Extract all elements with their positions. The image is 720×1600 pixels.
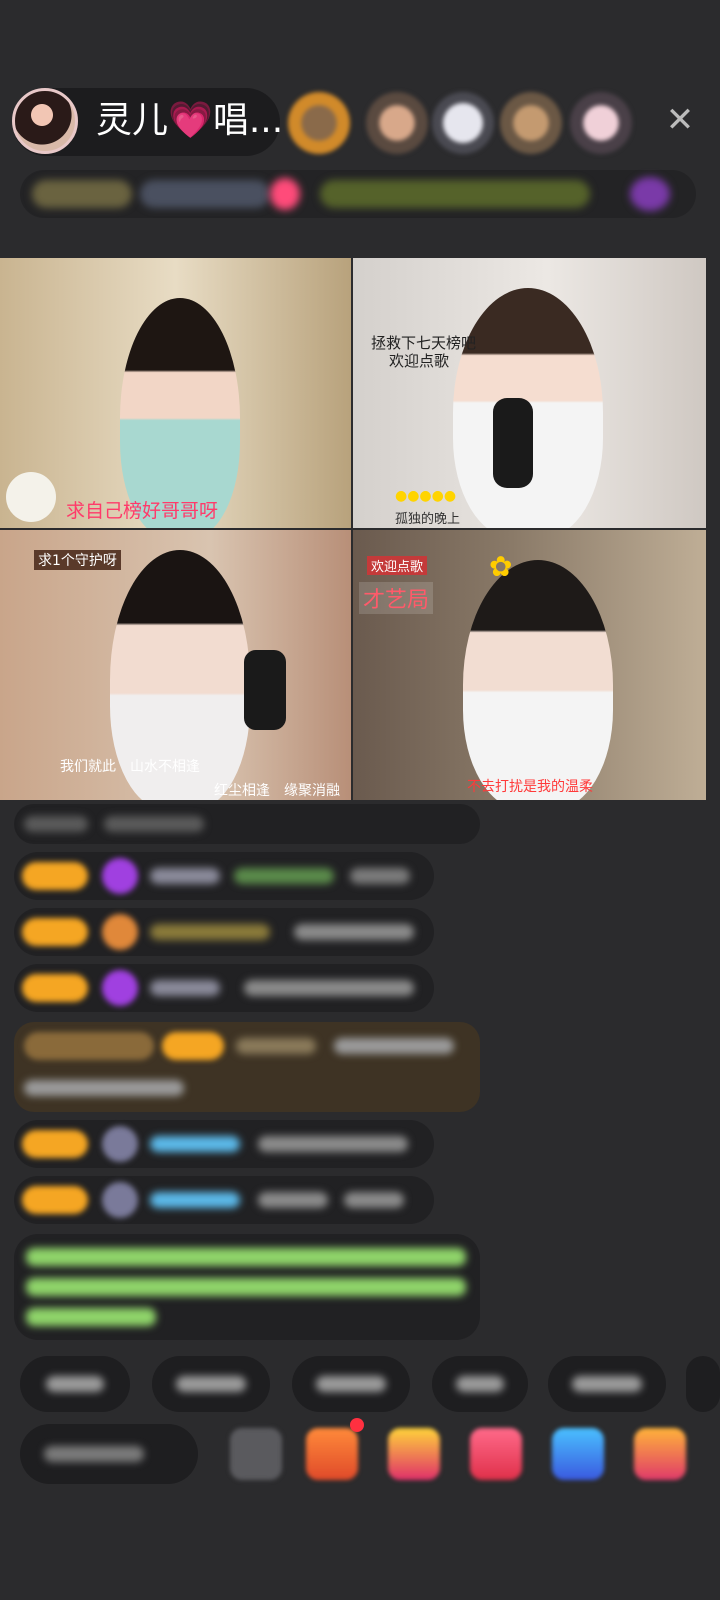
- notification-dot-icon: [350, 1418, 364, 1432]
- video-caption: 求自己榜好哥哥呀: [66, 500, 219, 522]
- video-cell-2[interactable]: 拯救下七天榜吧 欢迎点歌 孤独的晚上 ●●●●●: [353, 258, 706, 528]
- heart-icon[interactable]: [470, 1428, 522, 1480]
- emoji-icon[interactable]: [230, 1428, 282, 1480]
- system-notice: [14, 1234, 480, 1340]
- gift-box-icon[interactable]: [388, 1428, 440, 1480]
- quick-reply-button[interactable]: [20, 1356, 130, 1412]
- chat-message[interactable]: [14, 908, 434, 956]
- flower-icon: ✿: [489, 550, 513, 583]
- quick-reply-button[interactable]: [152, 1356, 270, 1412]
- top-viewer-avatar-2[interactable]: [366, 92, 428, 154]
- top-viewer-avatar-1[interactable]: [288, 92, 350, 154]
- chat-bubble-icon[interactable]: [552, 1428, 604, 1480]
- video-caption-bottom: 我们就此 山水不相逢: [60, 759, 200, 775]
- microphone-icon: [244, 650, 286, 730]
- top-viewer-avatar-5[interactable]: [570, 92, 632, 154]
- quick-reply-button[interactable]: [292, 1356, 410, 1412]
- quick-reply-button[interactable]: [548, 1356, 666, 1412]
- chat-message[interactable]: [14, 964, 434, 1012]
- video-caption-bottom-2: 红尘相逢 缘聚消融: [214, 783, 340, 799]
- top-viewer-avatar-4[interactable]: [500, 92, 562, 154]
- sticker-icon: [6, 472, 56, 522]
- chat-message[interactable]: [14, 804, 480, 844]
- chat-message[interactable]: [14, 1176, 434, 1224]
- chat-message[interactable]: [14, 1120, 434, 1168]
- dots-icon: ●●●●●: [395, 488, 457, 504]
- quick-reply-button[interactable]: [686, 1356, 720, 1412]
- comment-input[interactable]: [20, 1424, 198, 1484]
- video-cell-4[interactable]: 欢迎点歌 才艺局 不去打扰是我的温柔 ✿: [353, 530, 706, 800]
- gift-icon[interactable]: [634, 1428, 686, 1480]
- video-cell-1[interactable]: 求自己榜好哥哥呀: [0, 258, 351, 528]
- shop-icon[interactable]: [306, 1428, 358, 1480]
- video-caption-top: 欢迎点歌: [367, 556, 428, 575]
- top-viewer-avatar-3[interactable]: [432, 92, 494, 154]
- microphone-icon: [493, 398, 533, 488]
- video-caption-bottom: 孤独的晚上: [395, 512, 461, 527]
- quick-reply-button[interactable]: [432, 1356, 528, 1412]
- room-badge-bar[interactable]: [20, 170, 696, 218]
- chat-message-highlight[interactable]: [14, 1022, 480, 1112]
- close-icon[interactable]: ✕: [662, 102, 698, 138]
- video-caption-top: 求1个守护呀: [34, 550, 121, 570]
- chat-message[interactable]: [14, 852, 434, 900]
- video-cell-3[interactable]: 求1个守护呀 我们就此 山水不相逢 红尘相逢 缘聚消融: [0, 530, 351, 800]
- video-caption-bottom: 不去打扰是我的温柔: [467, 779, 593, 795]
- host-name[interactable]: 灵儿💗唱...: [96, 96, 283, 146]
- host-avatar[interactable]: [12, 88, 78, 154]
- video-caption-top-2: 欢迎点歌: [389, 352, 450, 370]
- video-tag: 才艺局: [359, 582, 434, 614]
